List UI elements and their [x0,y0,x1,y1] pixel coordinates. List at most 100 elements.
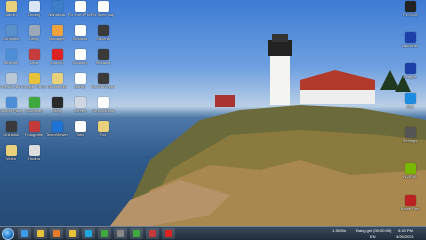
desktop-icon[interactable]: Fix Ihre IP test [68,0,92,24]
camtasia-icon [133,230,140,237]
taskbar-button[interactable] [18,228,31,239]
document-icon [28,1,40,12]
document-icon [97,97,109,108]
desktop-icon[interactable]: Battle Rec [399,194,421,218]
desktop-icon[interactable]: Soubory [69,48,91,72]
desktop-icon-label: TeamViewer [46,133,68,137]
desktop-icon-label: Utility [52,109,62,113]
desktop-icon[interactable]: Recycle Bin [0,72,22,96]
desktop-icon[interactable]: Multimedia [46,72,68,96]
desktop-icon[interactable]: F1 2015 [399,0,421,24]
taskbar-button[interactable] [146,228,159,239]
desktop-icon[interactable]: League [399,62,421,86]
desktop-icon-label: Computer [2,37,20,41]
desktop-icon-label: Multimedia [47,85,67,89]
game-icon [404,1,416,12]
desktop-icon[interactable]: Sdílená [92,24,114,48]
monitor-icon [97,49,109,60]
desktop-icon[interactable]: Nahrávac [46,0,68,24]
desktop-icon[interactable]: Screen [69,96,91,120]
taskbar-button[interactable] [50,228,63,239]
control-panel-icon [5,97,17,108]
desktop-icon[interactable]: Sestava [92,48,114,72]
desktop-icon[interactable]: Utility [23,24,45,48]
taskbar-button[interactable] [98,228,111,239]
zalo-icon [404,93,416,104]
document-icon [97,1,109,12]
teamviewer-icon [51,121,63,132]
desktop-icon[interactable]: TeamViewer [46,120,68,144]
taskbar-button[interactable] [66,228,79,239]
desktop-icon-label: Launch [50,61,64,65]
desktop-icon-label: Sdílená [96,37,110,41]
desktop-icon[interactable]: Control Panel [0,96,23,120]
start-button[interactable] [2,228,14,240]
language-indicator[interactable]: EN [370,234,376,239]
desktop-icon[interactable]: Utility [46,96,68,120]
desktop-icon-label: Battle Rec [400,207,420,211]
taskbar-button[interactable] [162,228,175,239]
desktop-icon-label: Settings [402,139,418,143]
tool-icon [117,230,124,237]
desktop-icon[interactable]: Manager [46,24,68,48]
desktop-icon[interactable]: Computer [0,24,22,48]
desktop-icon[interactable]: Ondrej [23,0,45,24]
folder-icon [5,145,17,156]
recycle-bin-icon [5,73,17,84]
desktop-icon-label: Gru Zoznam [91,109,115,113]
document-icon [74,49,86,60]
desktop-icon[interactable]: Launcher [399,31,421,55]
desktop-icon[interactable]: Hudba [23,144,45,168]
desktop-icon-label: CCleaner [25,109,43,113]
desktop-icon-label: Zalo [406,105,414,109]
desktop-icon[interactable]: Video [0,144,22,168]
monitor-icon [97,25,109,36]
clock-time[interactable]: 5:33 PM [398,228,413,233]
desktop-icon[interactable]: Sestava [69,24,91,48]
desktop-icon-label: Admin [5,13,17,17]
desktop-icon-label: Sestava [95,61,111,65]
desktop-icon[interactable]: Network [0,48,22,72]
desktop-icon[interactable]: Fix Spec cap est [91,0,115,24]
game-icon [404,32,416,43]
document-icon [74,73,86,84]
document-icon [74,1,86,12]
desktop-icon[interactable]: Ultra [23,48,45,72]
taskbar-button[interactable] [82,228,95,239]
desktop-icon[interactable]: Fotografie [23,120,45,144]
clock-date[interactable]: 4/26/2021 [396,234,414,239]
desktop-icon[interactable]: CCleaner [23,96,45,120]
document-icon [74,25,86,36]
desktop-icon[interactable]: Totis [69,120,91,144]
desktop-icon[interactable]: Zalo [399,92,421,116]
taskbar-button[interactable] [114,228,127,239]
desktop-icon[interactable]: NVIDIA [399,162,421,186]
desktop-icon[interactable]: Settings [399,126,421,150]
desktop-icon-label: Hudba [28,157,40,161]
desktop-icon-label: League [403,75,417,79]
desktop-icon-label: F1 2015 [402,13,418,17]
desktop-icon[interactable]: Admin [0,0,22,24]
desktop-icon[interactable]: Daniel [69,72,91,96]
desktop-icon[interactable]: Gru Zoznam [92,96,114,120]
desktop-icon-label: Fox [99,133,107,137]
desktop-icon-label: Ae.WMV.mp4 [91,85,115,89]
taskbar-button[interactable] [130,228,143,239]
desktop-icon[interactable]: Ae.WMV.mp4 [91,72,115,96]
app-icon [28,121,40,132]
desktop-icon[interactable]: Fox [92,120,114,144]
record-icon [165,230,172,237]
desktop-icon-label: Nahrávac [48,13,66,17]
taskbar-button[interactable] [34,228,47,239]
app-icon [149,230,156,237]
nvidia-icon [404,163,416,174]
webcam-icon [28,145,40,156]
desktop-icon[interactable]: Google Chrome [22,72,46,96]
recording-status-text: Đang ghi (00:00:05) [356,228,392,233]
desktop-icon-label: Screen [73,109,87,113]
ccleaner-icon [101,230,108,237]
desktop-icon-label: Sestava [72,37,88,41]
desktop-icon[interactable]: Uninstall [0,120,22,144]
desktop-icon[interactable]: Launch [46,48,68,72]
folder-icon [51,73,63,84]
